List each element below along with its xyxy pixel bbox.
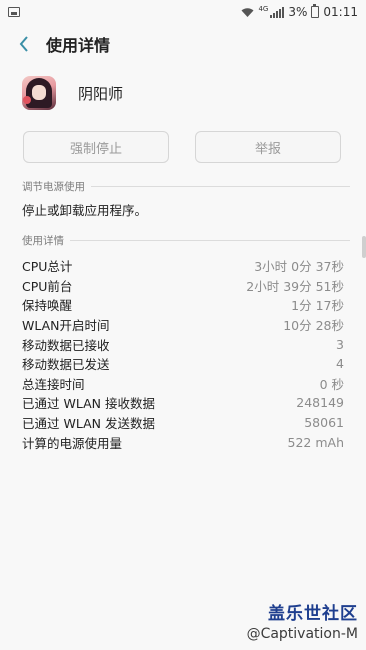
title-bar: 使用详情 — [0, 26, 366, 62]
detail-label: 已通过 WLAN 发送数据 — [22, 416, 155, 432]
back-arrow-icon — [19, 36, 28, 52]
detail-row: 已通过 WLAN 发送数据 58061 — [22, 413, 344, 433]
detail-value: 2小时 39分 51秒 — [246, 278, 344, 294]
detail-row: 移动数据已发送 4 — [22, 354, 344, 374]
watermark: 盖乐世社区 @Captivation-M — [247, 599, 358, 642]
clock-time: 01:11 — [323, 5, 358, 19]
detail-row: CPU前台 2小时 39分 51秒 — [22, 276, 344, 296]
detail-row: 总连接时间 0 秒 — [22, 374, 344, 394]
detail-label: 计算的电源使用量 — [22, 435, 123, 451]
detail-value: 3小时 0分 37秒 — [254, 259, 344, 275]
detail-label: 保持唤醒 — [22, 298, 73, 314]
page-title: 使用详情 — [46, 36, 111, 55]
detail-row: 保持唤醒 1分 17秒 — [22, 295, 344, 315]
detail-value: 58061 — [304, 415, 344, 431]
signal-icon — [270, 6, 285, 18]
scrollbar[interactable] — [362, 236, 366, 258]
detail-row: CPU总计 3小时 0分 37秒 — [22, 256, 344, 276]
power-adjust-item[interactable]: 停止或卸载应用程序。 — [22, 200, 147, 219]
detail-row: 已通过 WLAN 接收数据 248149 — [22, 393, 344, 413]
wifi-icon — [241, 7, 254, 17]
image-notification-icon — [8, 7, 20, 17]
detail-label: CPU总计 — [22, 259, 73, 275]
detail-label: 移动数据已发送 — [22, 357, 110, 373]
usage-section-title: 使用详情 — [22, 234, 64, 247]
usage-section-header: 使用详情 — [22, 233, 350, 247]
battery-icon — [311, 4, 320, 18]
power-section-header: 调节电源使用 — [22, 179, 350, 193]
network-type-badge: 4G — [258, 5, 269, 13]
app-info: 阴阳师 — [22, 76, 123, 110]
detail-row: WLAN开启时间 10分 28秒 — [22, 315, 344, 335]
detail-value: 0 秒 — [319, 376, 344, 392]
battery-percent: 3% — [288, 5, 308, 19]
detail-label: 移动数据已接收 — [22, 337, 110, 353]
detail-value: 1分 17秒 — [291, 298, 344, 314]
detail-value: 4 — [336, 356, 344, 372]
detail-row: 计算的电源使用量 522 mAh — [22, 432, 344, 452]
back-button[interactable] — [14, 34, 34, 54]
watermark-logo: 盖乐世社区 — [268, 604, 358, 624]
detail-value: 522 mAh — [287, 434, 344, 450]
watermark-user: @Captivation-M — [246, 626, 358, 642]
detail-label: WLAN开启时间 — [22, 318, 110, 334]
status-bar: 4G 3% 01:11 — [0, 0, 366, 24]
app-name: 阴阳师 — [78, 84, 124, 103]
detail-value: 3 — [336, 336, 344, 352]
detail-row: 移动数据已接收 3 — [22, 334, 344, 354]
power-section-title: 调节电源使用 — [22, 180, 85, 193]
force-stop-button[interactable]: 强制停止 — [23, 131, 169, 163]
divider — [91, 185, 350, 187]
detail-value: 10分 28秒 — [283, 318, 344, 334]
usage-detail-list: CPU总计 3小时 0分 37秒 CPU前台 2小时 39分 51秒 保持唤醒 … — [22, 256, 344, 452]
detail-label: 已通过 WLAN 接收数据 — [22, 396, 155, 412]
divider — [70, 239, 350, 241]
detail-label: CPU前台 — [22, 278, 73, 294]
detail-value: 248149 — [296, 395, 344, 411]
report-button[interactable]: 举报 — [195, 131, 341, 163]
detail-label: 总连接时间 — [22, 376, 85, 392]
app-icon — [22, 76, 56, 110]
